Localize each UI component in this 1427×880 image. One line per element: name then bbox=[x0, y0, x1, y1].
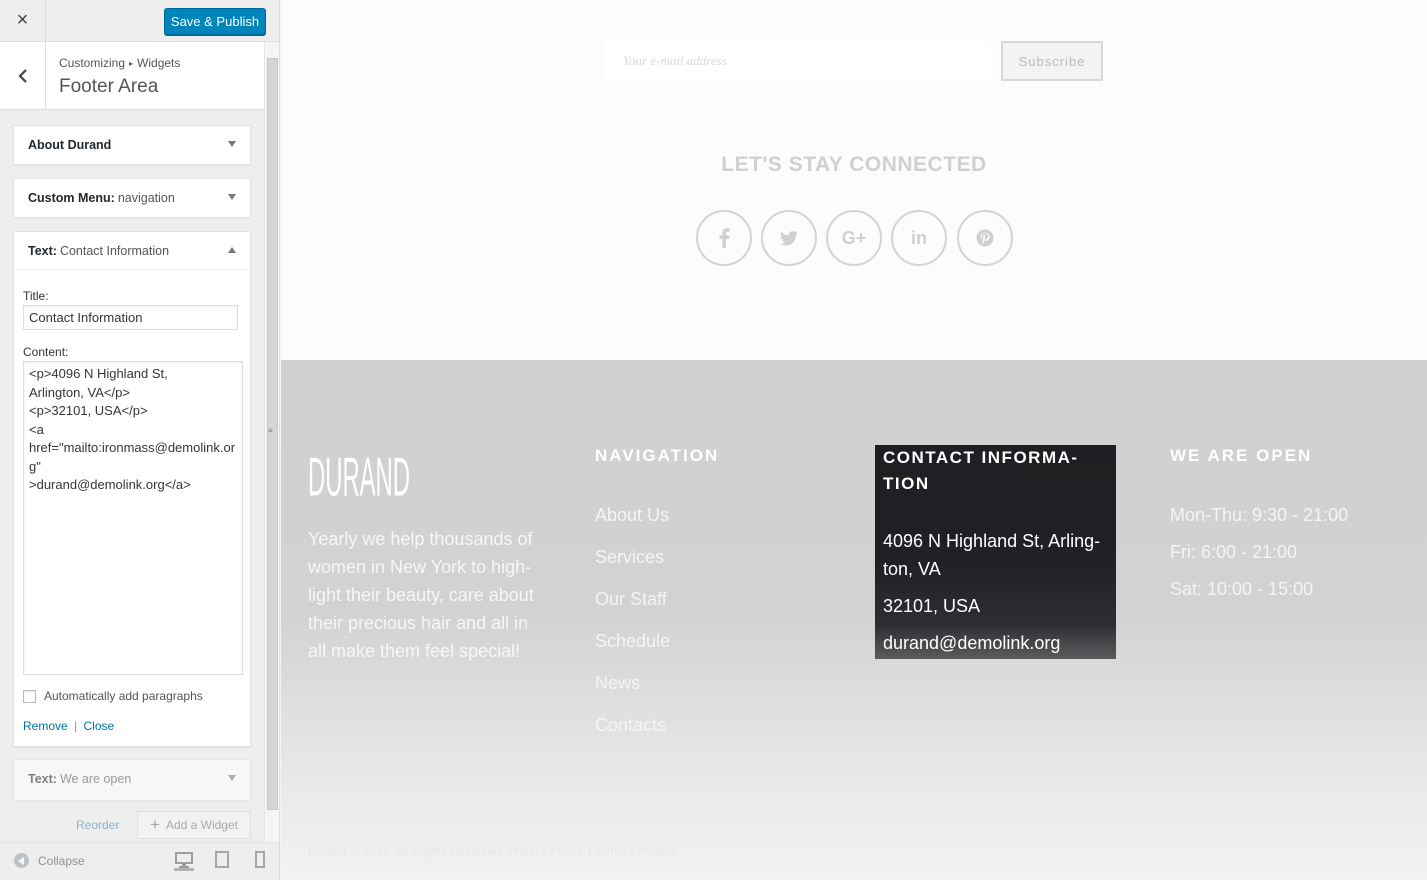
collapse-icon bbox=[14, 853, 29, 868]
copyright-text: Durand © 2016. All Rights Reserved. Priv… bbox=[308, 844, 677, 858]
widget-subtitle: We are open bbox=[59, 772, 132, 786]
nav-link-contacts[interactable]: Contacts bbox=[595, 712, 670, 754]
nav-link-services[interactable]: Services bbox=[595, 544, 670, 586]
close-icon: × bbox=[16, 9, 29, 31]
auto-paragraphs-label: Automatically add paragraphs bbox=[44, 689, 203, 703]
mobile-preview-icon[interactable] bbox=[254, 851, 274, 871]
chevron-down-icon[interactable] bbox=[228, 141, 236, 147]
contact-email-link[interactable]: durand@demolink.org bbox=[883, 629, 1111, 657]
contact-title: CONTACT INFORMA-TION bbox=[883, 448, 1079, 493]
close-link[interactable]: Close bbox=[84, 719, 115, 733]
panel-header: Customizing ▸ Widgets Footer Area bbox=[0, 42, 264, 110]
customizer-footer: Collapse bbox=[0, 842, 279, 880]
durand-logo[interactable]: DURAND bbox=[308, 447, 412, 508]
chevron-down-icon[interactable] bbox=[228, 775, 236, 781]
widget-contact-information: Text: Contact Information Title: Contact … bbox=[13, 231, 251, 747]
nav-link-about-us[interactable]: About Us bbox=[595, 502, 670, 544]
nav-link-news[interactable]: News bbox=[595, 670, 670, 712]
widget-title: About Durand bbox=[28, 138, 112, 152]
tablet-preview-icon[interactable] bbox=[214, 851, 234, 871]
desktop-preview-icon[interactable] bbox=[174, 851, 194, 871]
widget-title: Custom Menu: bbox=[28, 191, 115, 205]
collapse-button[interactable]: Collapse bbox=[14, 853, 85, 868]
contact-postcode: 32101, USA bbox=[883, 596, 981, 616]
widget-subtitle: navigation bbox=[117, 191, 175, 205]
widget-header[interactable]: Text: We are open bbox=[14, 760, 250, 798]
contact-information-widget[interactable]: CONTACT INFORMA-TION 4096 N Highland St,… bbox=[875, 445, 1116, 659]
about-text: Yearly we help thousands of women in New… bbox=[308, 529, 534, 661]
close-customizer-button[interactable]: × bbox=[0, 0, 46, 41]
site-footer: DURAND Yearly we help thousands of women… bbox=[281, 360, 1427, 880]
reorder-link[interactable]: Reorder bbox=[76, 818, 119, 832]
add-widget-button[interactable]: + Add a Widget bbox=[137, 811, 251, 839]
widget-we-are-open[interactable]: Text: We are open bbox=[13, 759, 251, 801]
add-widget-label: Add a Widget bbox=[165, 818, 238, 832]
title-label: Title: bbox=[23, 289, 49, 303]
breadcrumb: Customizing ▸ Widgets bbox=[59, 56, 180, 70]
nav-link-our-staff[interactable]: Our Staff bbox=[595, 586, 670, 628]
connected-heading: LET'S STAY CONNECTED bbox=[721, 153, 987, 176]
pinterest-icon[interactable] bbox=[957, 210, 1013, 266]
content-label: Content: bbox=[23, 345, 69, 359]
site-preview: Your e-mail address Subscribe LET'S STAY… bbox=[281, 0, 1427, 880]
auto-paragraphs-checkbox[interactable] bbox=[23, 689, 36, 703]
widget-title: Text: bbox=[28, 772, 57, 786]
breadcrumb-item: Widgets bbox=[137, 56, 181, 70]
chevron-left-icon bbox=[17, 68, 27, 83]
widget-about-durand[interactable]: About Durand bbox=[13, 125, 251, 165]
widget-subtitle: Contact Information bbox=[59, 243, 170, 258]
scrollbar-grip-icon: ≡ bbox=[268, 426, 273, 435]
widget-custom-menu[interactable]: Custom Menu: navigation bbox=[13, 178, 251, 218]
widget-header[interactable]: Text: Contact Information bbox=[14, 232, 250, 270]
twitter-icon[interactable] bbox=[761, 210, 817, 266]
save-publish-button[interactable]: Save & Publish bbox=[164, 8, 266, 35]
navigation-title: NAVIGATION bbox=[595, 446, 720, 465]
customizer-sidebar: × Save & Publish Customizing ▸ Widgets Foo… bbox=[0, 0, 280, 880]
hours-item: Fri: 6:00 - 21:00 bbox=[1170, 542, 1298, 562]
facebook-icon[interactable] bbox=[696, 210, 752, 266]
svg-text:DURAND: DURAND bbox=[308, 448, 410, 502]
content-textarea[interactable]: <p>4096 N Highland St, Arlington, VA</p>… bbox=[23, 361, 243, 675]
email-input[interactable]: Your e-mail address bbox=[605, 41, 991, 80]
panel-title: Footer Area bbox=[59, 76, 159, 97]
breadcrumb-item: Customizing bbox=[59, 56, 126, 70]
actions-separator: | bbox=[74, 719, 78, 733]
breadcrumb-separator-icon: ▸ bbox=[129, 59, 134, 68]
title-input[interactable]: Contact Information bbox=[23, 305, 238, 330]
widget-title: Text: bbox=[28, 243, 57, 258]
plus-icon: + bbox=[150, 815, 160, 834]
google-plus-icon[interactable]: G+ bbox=[826, 210, 882, 266]
chevron-up-icon[interactable] bbox=[228, 247, 236, 253]
nav-link-schedule[interactable]: Schedule bbox=[595, 628, 670, 670]
collapse-label: Collapse bbox=[38, 853, 85, 868]
auto-paragraphs-option[interactable]: Automatically add paragraphs bbox=[23, 689, 203, 703]
widget-header[interactable]: Custom Menu: navigation bbox=[14, 179, 250, 217]
subscribe-button[interactable]: Subscribe bbox=[1001, 41, 1103, 81]
back-button[interactable] bbox=[0, 42, 46, 109]
chevron-down-icon[interactable] bbox=[228, 194, 236, 200]
linkedin-icon[interactable]: in bbox=[891, 210, 947, 266]
footer-navigation: About Us Services Our Staff Schedule New… bbox=[595, 502, 670, 754]
customizer-header: × Save & Publish bbox=[0, 0, 279, 42]
contact-address: 4096 N Highland St, Arling-ton, VA bbox=[883, 531, 1101, 579]
hours-item: Sat: 10:00 - 15:00 bbox=[1170, 579, 1314, 599]
widget-actions: Remove | Close bbox=[23, 719, 114, 733]
hours-item: Mon-Thu: 9:30 - 21:00 bbox=[1170, 505, 1349, 525]
hours-title: WE ARE OPEN bbox=[1170, 446, 1313, 465]
widget-header[interactable]: About Durand bbox=[14, 126, 250, 164]
opening-hours: Mon-Thu: 9:30 - 21:00 Fri: 6:00 - 21:00 … bbox=[1170, 502, 1348, 613]
remove-link[interactable]: Remove bbox=[23, 719, 68, 733]
scrollbar[interactable]: ≡ bbox=[264, 42, 279, 842]
